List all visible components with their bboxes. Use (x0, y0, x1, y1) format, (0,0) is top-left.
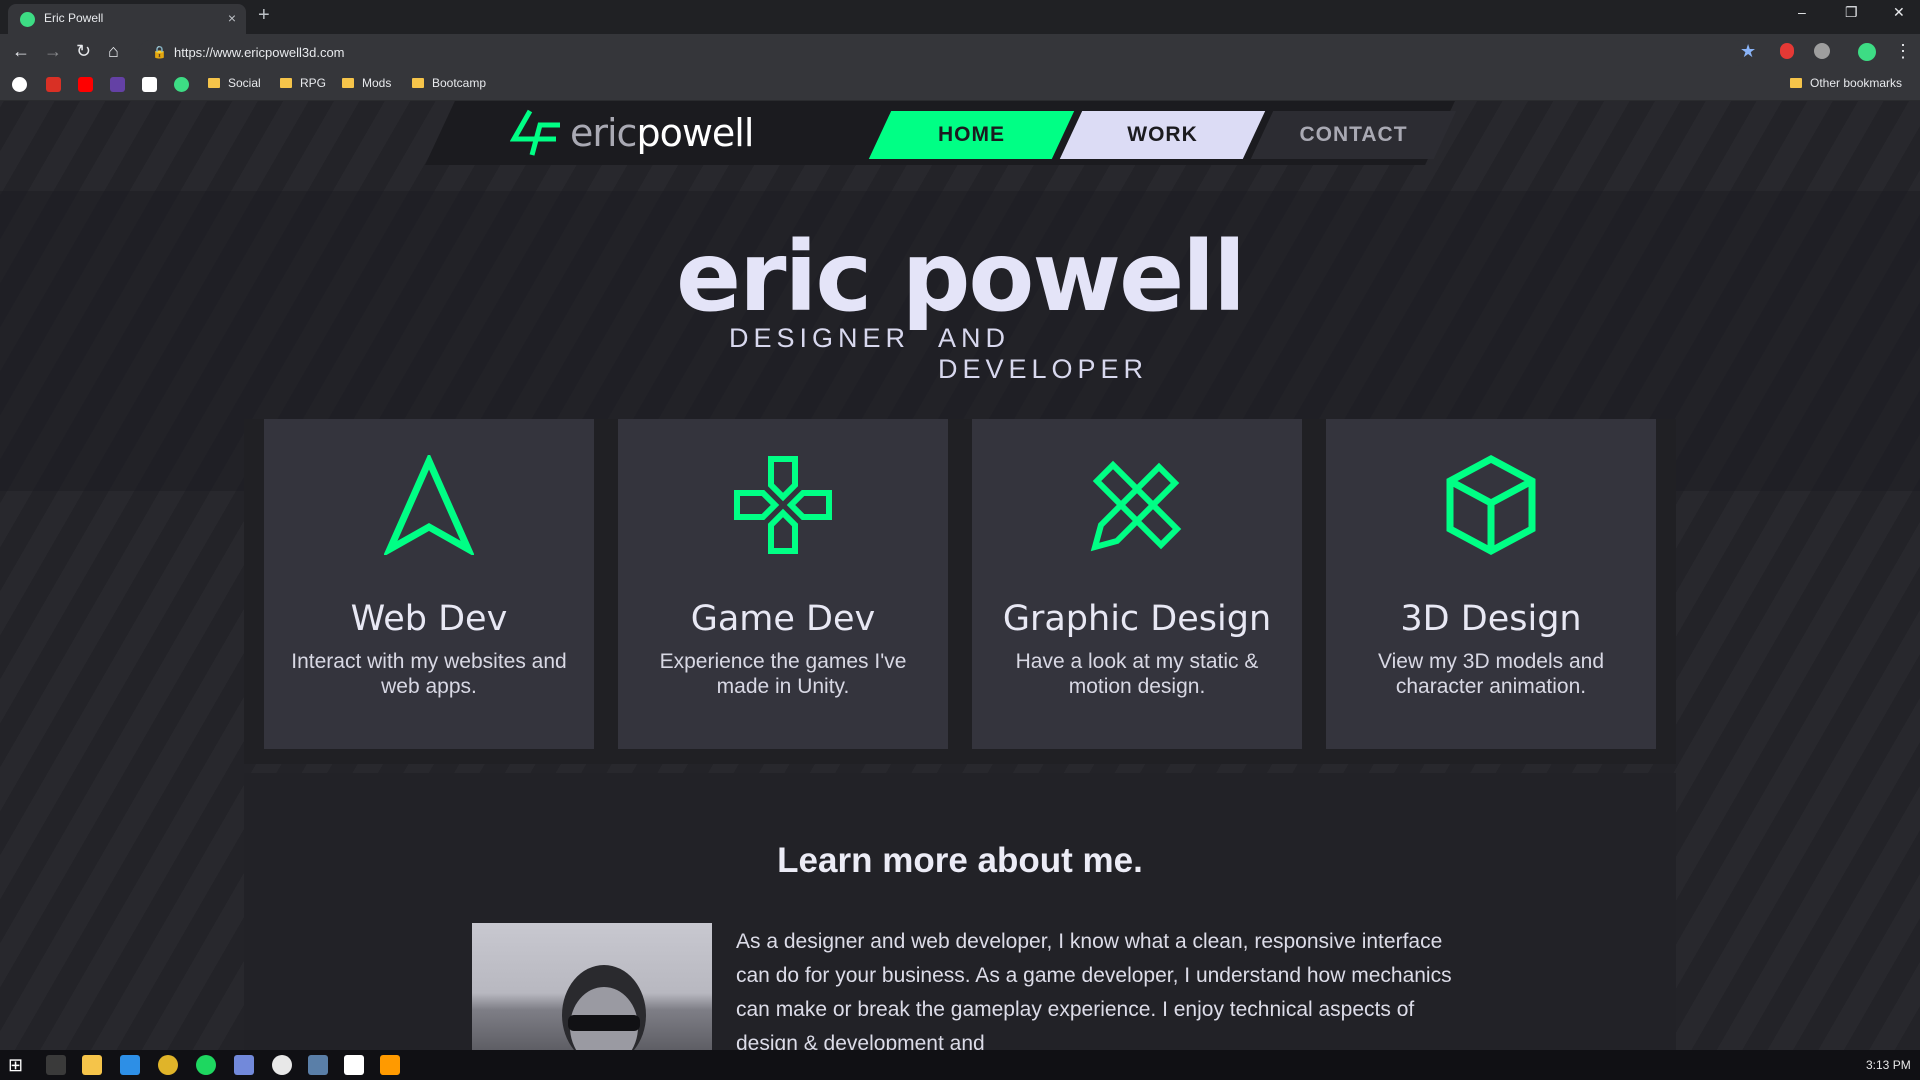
folder-icon (1790, 78, 1802, 88)
cortana-icon[interactable] (46, 1055, 66, 1075)
steam-icon[interactable] (308, 1055, 328, 1075)
service-card-game-dev[interactable]: Game Dev Experience the games I've made … (618, 419, 948, 749)
bookmark-bootcamp[interactable]: Bootcamp (412, 76, 486, 90)
folder-icon (412, 78, 424, 88)
nav-home-button[interactable]: HOME (868, 111, 1075, 159)
lock-icon[interactable]: 🔒 (152, 45, 167, 59)
twitch-icon[interactable] (110, 77, 125, 92)
card-title: 3D Design (1400, 599, 1582, 639)
tab-title: Eric Powell (44, 11, 104, 25)
menu-kebab-icon[interactable]: ⋮ (1894, 41, 1912, 61)
page-viewport: ericpowell HOME WORK CONTACT eric powell… (0, 101, 1920, 1050)
taskbar-clock[interactable]: 3:13 PM (1866, 1058, 1911, 1072)
card-description: Experience the games I've made in Unity. (659, 650, 907, 698)
windows-start-icon[interactable]: ⊞ (8, 1055, 28, 1075)
tab-close-icon[interactable]: × (228, 10, 236, 26)
service-card-web-dev[interactable]: Web Dev Interact with my websites and we… (264, 419, 594, 749)
spotify-icon[interactable] (196, 1055, 216, 1075)
folder-icon (208, 78, 220, 88)
bookmark-rpg[interactable]: RPG (280, 76, 326, 90)
nav-contact-button[interactable]: CONTACT (1250, 111, 1457, 159)
url-text[interactable]: https://www.ericpowell3d.com (174, 45, 345, 60)
chrome-icon[interactable] (158, 1055, 178, 1075)
nav-work-button[interactable]: WORK (1059, 111, 1266, 159)
site-logo[interactable]: ericpowell (570, 111, 754, 155)
app-icon[interactable] (272, 1055, 292, 1075)
google-icon[interactable] (12, 77, 27, 92)
cube-icon (1326, 455, 1656, 555)
pencil-ruler-icon (972, 455, 1302, 555)
extension-icon[interactable] (1814, 43, 1830, 59)
amazon-icon[interactable] (142, 77, 157, 92)
profile-avatar[interactable] (1858, 43, 1876, 61)
gamepad-cross-icon (618, 455, 948, 555)
folder-icon (342, 78, 354, 88)
new-tab-button[interactable]: + (258, 4, 270, 27)
photos-icon[interactable] (344, 1055, 364, 1075)
card-description: View my 3D models and character animatio… (1377, 650, 1605, 698)
nav-contact-label: CONTACT (1299, 123, 1408, 146)
other-bookmarks[interactable]: Other bookmarks (1790, 76, 1902, 90)
arrow-navigation-icon (264, 455, 594, 555)
browser-tab[interactable]: Eric Powell × (8, 4, 246, 34)
about-title: Learn more about me. (777, 841, 1143, 880)
site-bookmark-icon[interactable] (174, 77, 189, 92)
hero-title: eric powell (676, 221, 1246, 333)
card-title: Graphic Design (1002, 599, 1272, 639)
hero-subtitle-left: DESIGNER (728, 323, 910, 353)
nav-home-label: HOME (938, 123, 1005, 146)
close-window-icon[interactable]: ✕ (1893, 4, 1905, 21)
reload-icon[interactable]: ↻ (76, 41, 91, 61)
vscode-icon[interactable] (120, 1055, 140, 1075)
illustrator-icon[interactable] (380, 1055, 400, 1075)
file-explorer-icon[interactable] (82, 1055, 102, 1075)
about-text: As a designer and web developer, I know … (736, 930, 1452, 1050)
service-card-graphic-design[interactable]: Graphic Design Have a look at my static … (972, 419, 1302, 749)
extension-icon[interactable] (1780, 43, 1794, 59)
back-icon[interactable]: ← (12, 41, 30, 61)
bookmark-mods[interactable]: Mods (342, 76, 391, 90)
site-favicon-icon (20, 12, 35, 27)
address-bar[interactable] (138, 40, 1748, 66)
tab-strip (0, 0, 1920, 34)
folder-icon (280, 78, 292, 88)
bookmark-social[interactable]: Social (208, 76, 261, 90)
home-icon[interactable]: ⌂ (108, 41, 119, 61)
discord-icon[interactable] (234, 1055, 254, 1075)
profile-photo (472, 923, 712, 1050)
bookmark-star-icon[interactable]: ★ (1740, 41, 1756, 61)
gmail-icon[interactable] (46, 77, 61, 92)
card-title: Web Dev (350, 599, 508, 639)
logo-mark-icon[interactable] (509, 109, 562, 162)
card-description: Interact with my websites and web apps. (291, 650, 567, 698)
card-title: Game Dev (690, 599, 876, 639)
minimize-icon[interactable]: – (1798, 4, 1806, 20)
card-description: Have a look at my static & motion design… (1015, 650, 1259, 698)
forward-icon[interactable]: → (44, 41, 62, 61)
restore-icon[interactable]: ❐ (1845, 4, 1858, 21)
nav-work-label: WORK (1127, 123, 1198, 146)
service-card-3d-design[interactable]: 3D Design View my 3D models and characte… (1326, 419, 1656, 749)
youtube-icon[interactable] (78, 77, 93, 92)
hero-subtitle-right: AND DEVELOPER (938, 323, 1149, 384)
